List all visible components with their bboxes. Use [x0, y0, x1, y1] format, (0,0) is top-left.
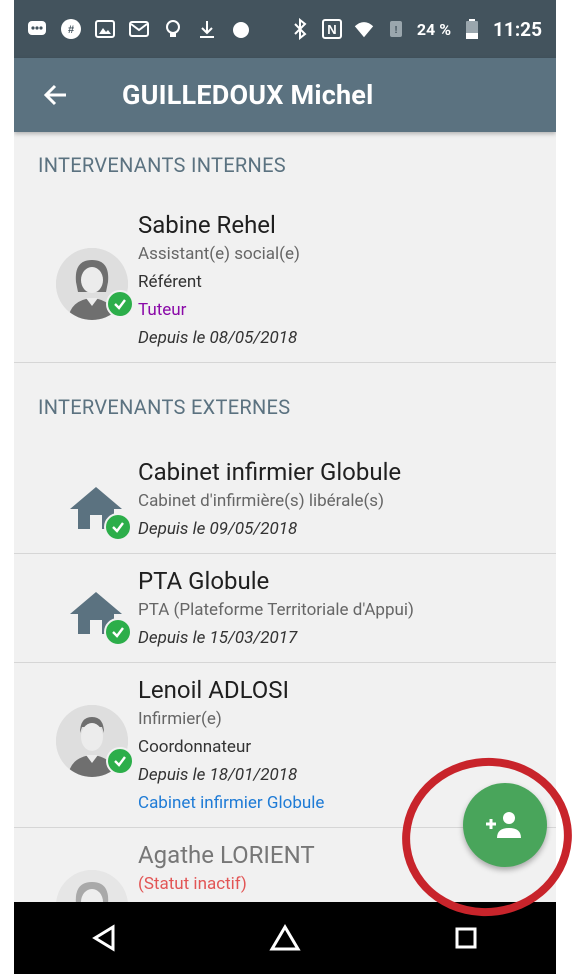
clock: 11:25 [493, 17, 542, 41]
section-header-internal: INTERVENANTS INTERNES [38, 153, 286, 177]
intervenant-role: PTA (Plateforme Territoriale d'Appui) [138, 600, 414, 620]
recents-square-icon [455, 927, 477, 949]
bluetooth-icon [289, 18, 311, 40]
intervenant-role: Cabinet d'infirmière(s) libérale(s) [138, 491, 385, 511]
list-item[interactable]: PTA Globule PTA (Plateforme Territoriale… [14, 554, 556, 663]
intervenant-status: (Statut inactif) [138, 874, 247, 894]
nav-home-button[interactable] [261, 914, 309, 962]
sim-icon: ! [385, 18, 407, 40]
wifi-icon [353, 18, 375, 40]
intervenant-tag: Tuteur [138, 300, 187, 320]
svg-text:!: ! [394, 25, 397, 36]
battery-icon [461, 18, 483, 40]
mail-icon [128, 18, 150, 40]
intervenant-role: Infirmier(e) [138, 709, 222, 729]
page-title: GUILLEDOUX Michel [122, 79, 374, 111]
check-icon [106, 290, 134, 318]
cast-icon: # [60, 18, 82, 40]
house-icon [66, 588, 132, 646]
house-icon [66, 483, 132, 541]
section-header-external: INTERVENANTS EXTERNES [38, 395, 291, 419]
list-item[interactable]: Cabinet infirmier Globule Cabinet d'infi… [14, 445, 556, 554]
intervenant-status: Référent [138, 272, 202, 292]
intervenant-status: Coordonnateur [138, 737, 252, 757]
avatar [56, 705, 134, 777]
intervenant-name: Lenoil ADLOSI [138, 676, 290, 704]
back-triangle-icon [92, 924, 115, 952]
notification-icon [230, 18, 252, 40]
list-item[interactable]: Sabine Rehel Assistant(e) social(e) Réfé… [14, 198, 556, 363]
arrow-left-icon [43, 84, 66, 106]
nav-recents-button[interactable] [442, 914, 490, 962]
check-icon [106, 747, 134, 775]
avatar [56, 248, 134, 320]
check-icon [104, 513, 132, 541]
android-nav-bar [14, 902, 556, 974]
nfc-icon: N [321, 18, 343, 40]
app-bar: GUILLEDOUX Michel [14, 58, 556, 132]
status-bar: # N ! 24 % 11:25 [14, 0, 556, 58]
download-icon [196, 18, 218, 40]
svg-text:N: N [327, 22, 336, 37]
add-person-icon [486, 812, 521, 838]
battery-percent: 24 % [416, 19, 452, 39]
phone-screen: # N ! 24 % 11:25 GUILLEDOUX Michel INTER… [14, 0, 556, 974]
check-icon [104, 618, 132, 646]
bulb-icon [162, 18, 184, 40]
svg-text:#: # [68, 24, 74, 36]
back-button[interactable] [36, 75, 76, 115]
intervenant-name: PTA Globule [138, 567, 270, 595]
female-avatar-icon [56, 870, 128, 902]
intervenant-name: Cabinet infirmier Globule [138, 458, 402, 486]
intervenant-name: Sabine Rehel [138, 211, 276, 239]
avatar [56, 870, 128, 902]
intervenant-since: Depuis le 09/05/2018 [138, 519, 298, 539]
add-intervenant-button[interactable] [463, 783, 547, 867]
home-icon [269, 924, 301, 951]
image-icon [94, 18, 116, 40]
intervenant-since: Depuis le 15/03/2017 [138, 628, 298, 648]
intervenant-role: Assistant(e) social(e) [138, 244, 300, 264]
intervenants-list[interactable]: INTERVENANTS INTERNES Sabine Rehel Assis… [14, 132, 556, 902]
nav-back-button[interactable] [80, 914, 128, 962]
intervenant-since: Depuis le 08/05/2018 [138, 328, 298, 348]
chat-icon [26, 18, 48, 40]
